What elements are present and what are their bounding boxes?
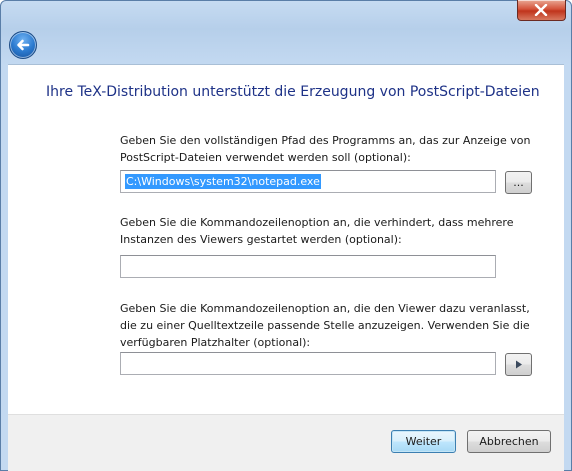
next-button[interactable]: Weiter xyxy=(391,430,456,453)
source-jump-label: Geben Sie die Kommandozeilenoption an, d… xyxy=(120,302,530,349)
close-x-icon xyxy=(534,4,548,16)
cancel-button[interactable]: Abbrechen xyxy=(467,430,551,453)
close-button[interactable] xyxy=(517,0,566,21)
browse-button[interactable]: ... xyxy=(505,171,532,194)
viewer-path-label: Geben Sie den vollständigen Pfad des Pro… xyxy=(120,134,531,164)
viewer-path-value: C:\Windows\system32\notepad.exe xyxy=(125,174,321,189)
single-instance-field[interactable] xyxy=(120,255,496,278)
viewer-path-field[interactable]: C:\Windows\system32\notepad.exe xyxy=(120,170,496,193)
placeholder-menu-button[interactable] xyxy=(505,353,532,376)
play-arrow-icon xyxy=(515,360,522,369)
source-jump-field[interactable] xyxy=(120,352,496,375)
back-arrow-icon xyxy=(17,39,30,51)
single-instance-label: Geben Sie die Kommandozeilenoption an, d… xyxy=(120,216,514,246)
page-title: Ihre TeX-Distribution unterstützt die Er… xyxy=(46,84,540,100)
back-button[interactable] xyxy=(9,31,37,59)
